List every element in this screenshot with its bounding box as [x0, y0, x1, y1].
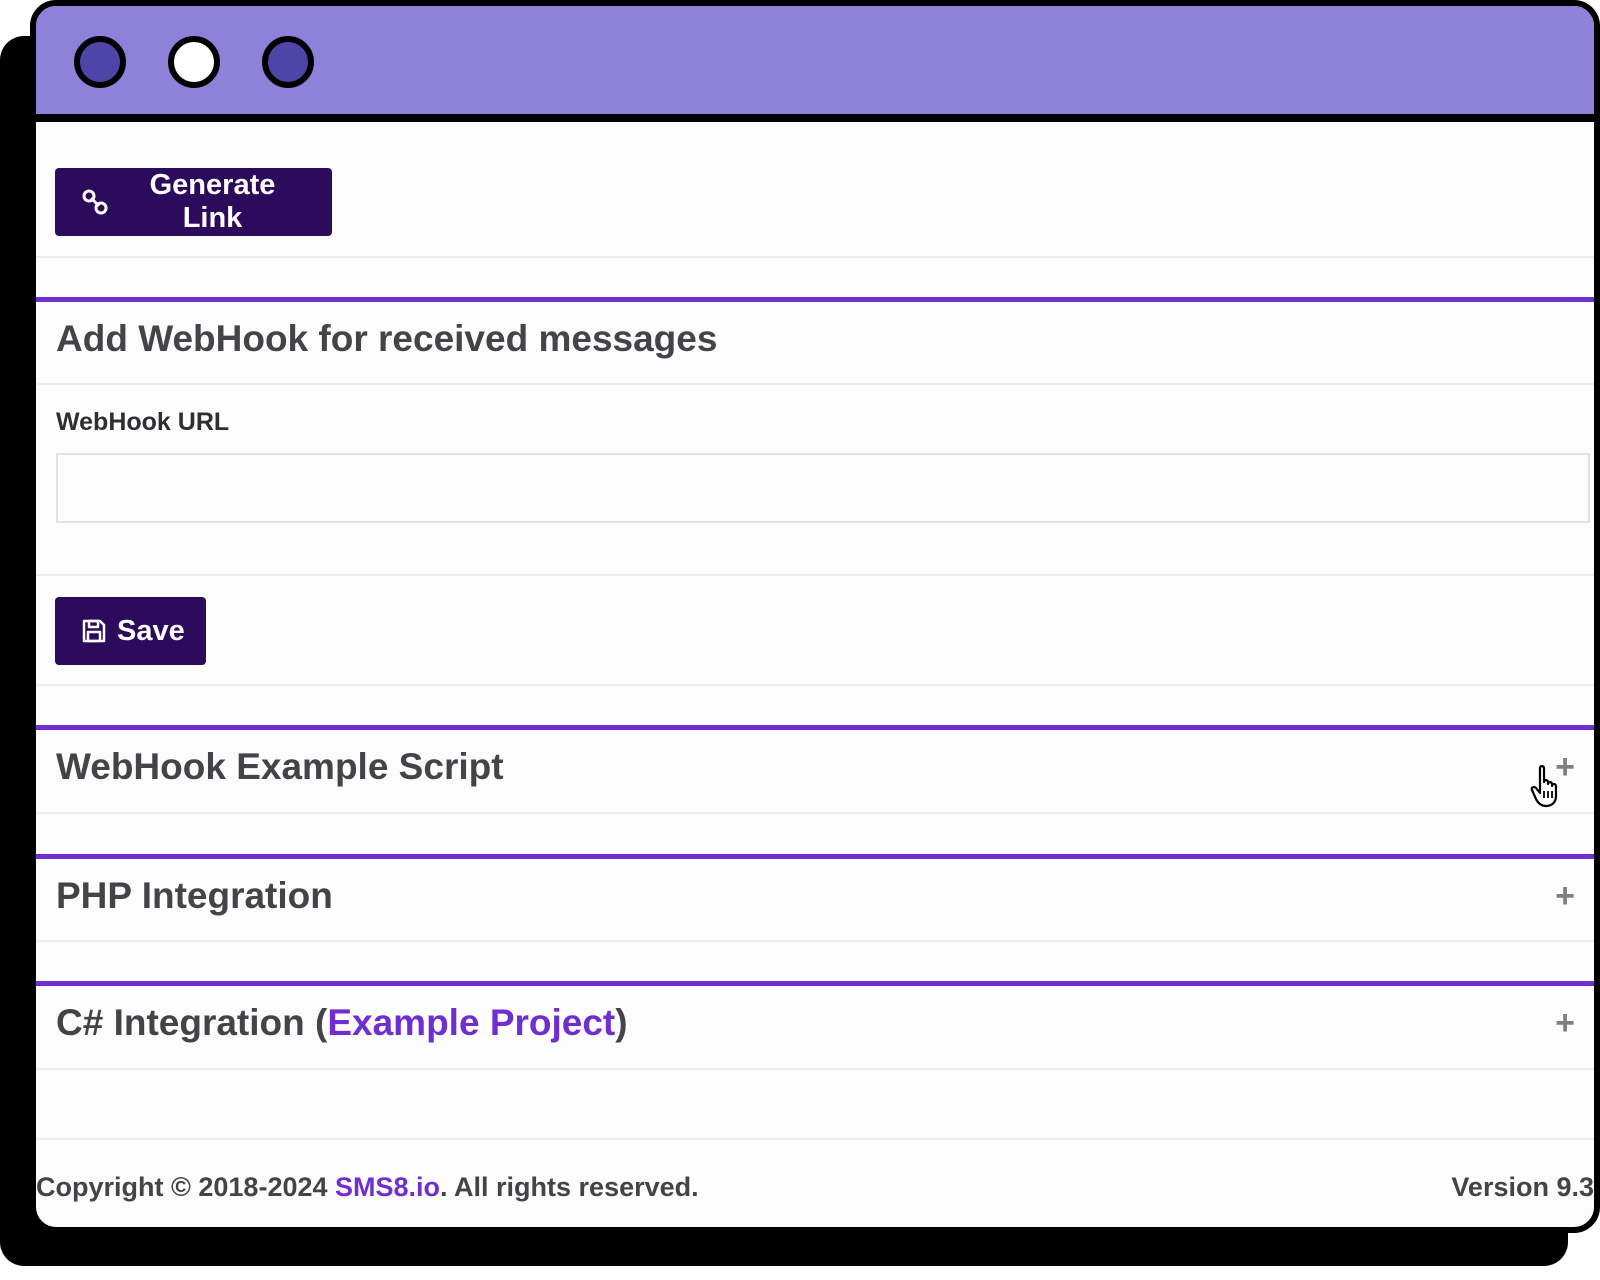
floppy-disk-icon	[82, 619, 106, 643]
divider	[36, 574, 1594, 576]
save-button[interactable]: Save	[55, 597, 206, 665]
link-icon	[82, 189, 108, 215]
main-content: Generate Link Add WebHook for received m…	[36, 122, 1594, 1227]
copyright-text: Copyright © 2018-2024 SMS8.io. All right…	[36, 1172, 699, 1203]
generate-link-label: Generate Link	[149, 169, 276, 234]
version-text: Version 9.3	[1451, 1172, 1594, 1202]
divider	[36, 940, 1594, 942]
divider	[36, 383, 1594, 385]
section-top-rule	[36, 854, 1594, 859]
expand-plus-icon[interactable]: +	[1550, 1004, 1580, 1043]
example-project-link[interactable]: Example Project	[327, 1002, 615, 1043]
close-window-button[interactable]	[74, 36, 126, 88]
webhook-url-input[interactable]	[56, 453, 1590, 523]
generate-link-button[interactable]: Generate Link	[55, 168, 332, 236]
title-bar	[36, 6, 1594, 122]
copyright-suffix: . All rights reserved.	[440, 1172, 699, 1202]
expand-plus-icon[interactable]: +	[1550, 877, 1580, 916]
hand-cursor-icon	[1530, 765, 1558, 808]
divider	[36, 684, 1594, 686]
divider	[36, 256, 1594, 258]
csharp-integration-header[interactable]: C# Integration (Example Project)	[56, 1002, 628, 1044]
copyright-prefix: Copyright © 2018-2024	[36, 1172, 336, 1202]
webhook-section-title: Add WebHook for received messages	[56, 318, 718, 359]
section-top-rule	[36, 981, 1594, 986]
webhook-url-label: WebHook URL	[56, 408, 230, 436]
sms8-link[interactable]: SMS8.io	[335, 1172, 440, 1202]
csharp-title-suffix: )	[615, 1002, 628, 1043]
section-top-rule	[36, 725, 1594, 730]
php-integration-header[interactable]: PHP Integration	[56, 875, 333, 917]
app-window: Generate Link Add WebHook for received m…	[30, 0, 1600, 1233]
maximize-window-button[interactable]	[262, 36, 314, 88]
divider	[36, 812, 1594, 814]
section-top-rule	[36, 297, 1594, 302]
divider	[36, 1138, 1594, 1140]
save-label: Save	[117, 614, 185, 647]
webhook-example-script-header[interactable]: WebHook Example Script	[56, 746, 504, 788]
csharp-title-prefix: C# Integration (	[56, 1002, 328, 1043]
minimize-window-button[interactable]	[168, 36, 220, 88]
divider	[36, 1068, 1594, 1070]
